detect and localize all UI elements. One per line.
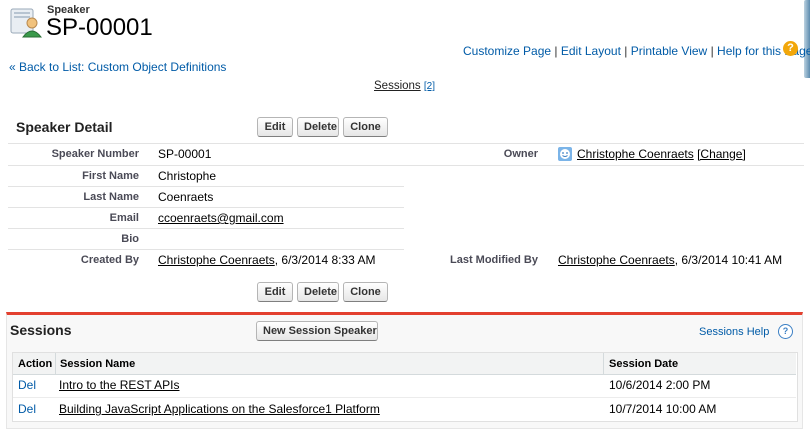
delete-row-link[interactable]: Del xyxy=(18,402,36,416)
sessions-title: Sessions xyxy=(10,322,72,338)
column-divider xyxy=(603,353,604,374)
last-modified-by-label: Last Modified By xyxy=(449,254,538,266)
table-row-divider xyxy=(13,397,796,398)
first-name-label: First Name xyxy=(82,170,139,182)
clone-button[interactable]: Clone xyxy=(343,117,388,137)
divider xyxy=(8,143,804,144)
link-separator: | xyxy=(554,44,558,58)
owner-link[interactable]: Christophe Coenraets xyxy=(577,147,694,161)
column-header-action: Action xyxy=(18,358,53,370)
first-name-value: Christophe xyxy=(158,169,217,183)
edit-button-bottom[interactable]: Edit xyxy=(257,282,293,302)
speaker-object-icon xyxy=(10,6,43,38)
speaker-number-value: SP-00001 xyxy=(158,147,212,161)
change-owner-link[interactable]: [Change] xyxy=(697,147,746,161)
session-name-link[interactable]: Intro to the REST APIs xyxy=(59,378,180,392)
last-modified-by-value: Christophe Coenraets, 6/3/2014 10:41 AM xyxy=(558,253,782,267)
session-name-link[interactable]: Building JavaScript Applications on the … xyxy=(59,402,380,416)
column-divider xyxy=(55,353,56,374)
user-icon xyxy=(558,147,572,161)
related-list-count: [2] xyxy=(423,81,435,92)
help-icon[interactable]: ? xyxy=(778,324,793,339)
speaker-number-label: Speaker Number xyxy=(51,148,139,160)
column-header-session-name: Session Name xyxy=(60,358,136,370)
owner-label: Owner xyxy=(503,148,538,160)
detail-section-title: Speaker Detail xyxy=(16,119,113,135)
customize-page-link[interactable]: Customize Page xyxy=(463,44,551,58)
last-modified-user-link[interactable]: Christophe Coenraets xyxy=(558,253,675,267)
email-value: ccoenraets@gmail.com xyxy=(158,211,284,225)
created-by-date: , 6/3/2014 8:33 AM xyxy=(274,253,376,267)
link-separator: | xyxy=(710,44,714,58)
edit-layout-link[interactable]: Edit Layout xyxy=(561,44,621,58)
bio-label: Bio xyxy=(121,233,139,245)
related-list-hover-link[interactable]: Sessions [2] xyxy=(374,80,435,92)
delete-button[interactable]: Delete xyxy=(297,117,339,137)
email-link[interactable]: ccoenraets@gmail.com xyxy=(158,211,284,225)
divider xyxy=(8,165,804,166)
last-name-label: Last Name xyxy=(83,191,139,203)
session-date: 10/6/2014 2:00 PM xyxy=(609,378,711,392)
divider xyxy=(8,249,404,250)
divider xyxy=(8,228,404,229)
header-links: Customize Page | Edit Layout | Printable… xyxy=(463,44,810,58)
email-label: Email xyxy=(109,212,139,224)
printable-view-link[interactable]: Printable View xyxy=(631,44,708,58)
help-icon[interactable]: ? xyxy=(783,41,798,56)
column-header-session-date: Session Date xyxy=(609,358,679,370)
delete-row-link[interactable]: Del xyxy=(18,378,36,392)
created-by-label: Created By xyxy=(80,254,139,266)
delete-button-bottom[interactable]: Delete xyxy=(297,282,339,302)
page-title: SP-00001 xyxy=(46,14,153,41)
created-by-user-link[interactable]: Christophe Coenraets xyxy=(158,253,275,267)
edit-button[interactable]: Edit xyxy=(257,117,293,137)
related-list-label[interactable]: Sessions xyxy=(374,80,421,92)
owner-value: Christophe Coenraets [Change] xyxy=(577,147,746,161)
session-date: 10/7/2014 10:00 AM xyxy=(609,402,717,416)
clone-button-bottom[interactable]: Clone xyxy=(343,282,388,302)
last-name-value: Coenraets xyxy=(158,190,214,204)
sidebar-collapse-handle[interactable] xyxy=(804,0,810,78)
link-separator: | xyxy=(624,44,628,58)
divider xyxy=(8,207,404,208)
created-by-value: Christophe Coenraets, 6/3/2014 8:33 AM xyxy=(158,253,375,267)
back-to-list-link[interactable]: « Back to List: Custom Object Definition… xyxy=(9,60,226,74)
divider xyxy=(8,186,404,187)
sessions-help-link[interactable]: Sessions Help xyxy=(699,326,769,338)
last-modified-date: , 6/3/2014 10:41 AM xyxy=(674,253,783,267)
new-session-speaker-button[interactable]: New Session Speaker xyxy=(256,321,378,341)
